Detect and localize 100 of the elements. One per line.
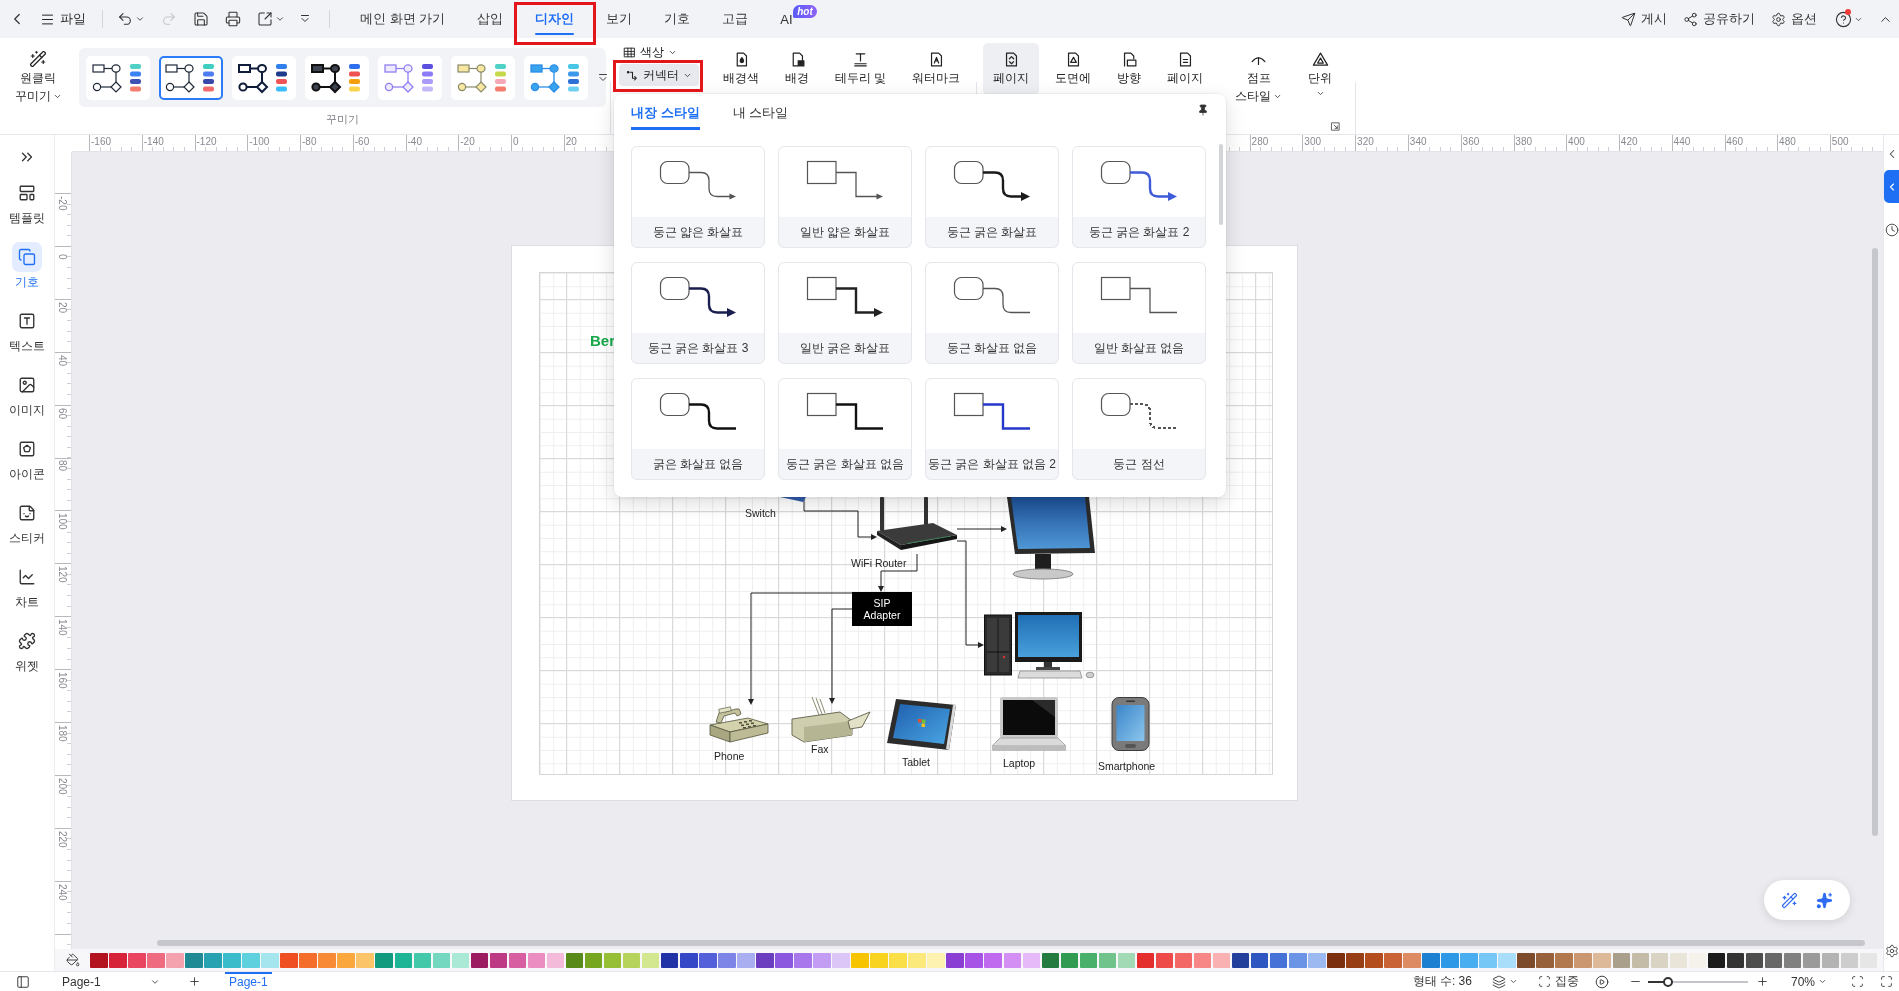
connector-style-card[interactable]: 굵은 화살표 없음 xyxy=(631,378,765,480)
color-swatch[interactable] xyxy=(965,952,983,968)
color-swatch[interactable] xyxy=(1859,952,1878,968)
color-swatch[interactable] xyxy=(90,952,108,968)
color-swatch[interactable] xyxy=(1726,952,1745,968)
sidebar-tab[interactable]: 템플릿 xyxy=(0,173,54,237)
sidebar-tab[interactable]: 텍스트 xyxy=(0,301,54,365)
color-swatch[interactable] xyxy=(1821,952,1840,968)
fullscreen-icon[interactable] xyxy=(1880,975,1893,988)
color-swatch[interactable] xyxy=(908,952,926,968)
magic-wand-icon[interactable] xyxy=(1781,891,1799,909)
color-swatch[interactable] xyxy=(1155,952,1174,968)
panel-scrollbar[interactable] xyxy=(1219,144,1223,225)
color-swatch[interactable] xyxy=(432,952,451,968)
color-swatch[interactable] xyxy=(413,952,432,968)
more-themes-icon[interactable] xyxy=(597,71,609,84)
color-swatch[interactable] xyxy=(1136,952,1155,968)
color-swatch[interactable] xyxy=(1745,952,1764,968)
color-swatch[interactable] xyxy=(1707,952,1726,968)
panel-toggle-icon[interactable] xyxy=(16,974,30,989)
color-swatch[interactable] xyxy=(1117,952,1136,968)
dropdown-menu-icon[interactable] xyxy=(299,13,311,25)
dialog-launcher-icon[interactable] xyxy=(1330,121,1342,132)
sidebar-tab[interactable]: 이미지 xyxy=(0,365,54,429)
color-swatch[interactable] xyxy=(1327,952,1345,968)
toolbar-button[interactable]: 공유하기 xyxy=(1683,10,1755,28)
color-swatch[interactable] xyxy=(1460,952,1478,968)
ribbon-button[interactable]: 워터마크 xyxy=(902,43,971,95)
connector-button[interactable]: 커넥터 xyxy=(619,64,699,86)
color-swatch[interactable] xyxy=(1593,952,1611,968)
sidebar-tab[interactable]: 기호 xyxy=(0,237,54,301)
sidebar-tab[interactable]: 위젯 xyxy=(0,621,54,685)
layers-icon[interactable] xyxy=(1491,974,1506,989)
color-swatch[interactable] xyxy=(1536,952,1554,968)
color-swatch[interactable] xyxy=(584,952,603,968)
sidebar-tab[interactable]: 스티커 xyxy=(0,493,54,557)
side-panel-tab[interactable] xyxy=(1883,170,1899,203)
color-swatch[interactable] xyxy=(546,952,565,968)
color-swatch[interactable] xyxy=(641,952,660,968)
color-swatch[interactable] xyxy=(1840,952,1859,968)
menu-tab[interactable]: 삽입 xyxy=(461,0,520,38)
color-swatch[interactable] xyxy=(1574,952,1592,968)
color-swatch[interactable] xyxy=(1212,952,1231,968)
color-swatch[interactable] xyxy=(1403,952,1421,968)
color-swatch[interactable] xyxy=(984,952,1002,968)
color-swatch[interactable] xyxy=(870,952,888,968)
color-swatch[interactable] xyxy=(261,952,279,968)
color-button[interactable]: 색상 xyxy=(619,44,681,60)
color-swatch[interactable] xyxy=(1631,952,1650,968)
connector-style-card[interactable]: 둥근 굵은 화살표 3 xyxy=(631,262,765,364)
toolbar-button[interactable]: 옵션 xyxy=(1771,10,1817,28)
sparkles-icon[interactable] xyxy=(1815,891,1833,909)
menu-tab[interactable]: 기호 xyxy=(648,0,707,38)
slider-thumb[interactable] xyxy=(1662,976,1673,987)
color-swatch[interactable] xyxy=(889,952,907,968)
color-swatch[interactable] xyxy=(147,952,165,968)
connector-style-card[interactable]: 둥근 굵은 화살표 xyxy=(925,146,1059,248)
color-swatch[interactable] xyxy=(1650,952,1669,968)
color-swatch[interactable] xyxy=(565,952,584,968)
paint-bucket-icon[interactable] xyxy=(66,953,80,967)
color-swatch[interactable] xyxy=(1441,952,1459,968)
ribbon-button[interactable]: 점프 스타일 xyxy=(1225,43,1293,106)
save-icon[interactable] xyxy=(193,11,209,27)
color-swatch[interactable] xyxy=(603,952,622,968)
page-tab[interactable]: Page-1 xyxy=(225,972,272,991)
color-swatch[interactable] xyxy=(1517,952,1535,968)
color-swatch[interactable] xyxy=(1669,952,1688,968)
export-icon[interactable] xyxy=(257,11,273,27)
one-click-beautify-button[interactable]: 원클릭 꾸미기 xyxy=(10,50,66,104)
color-swatch[interactable] xyxy=(718,952,736,968)
play-icon[interactable] xyxy=(1594,974,1609,989)
ribbon-button[interactable]: 페이지 xyxy=(983,43,1040,95)
toolbar-button[interactable]: 게시 xyxy=(1621,10,1667,28)
panel-tab[interactable]: 내장 스타일 xyxy=(631,98,700,130)
color-swatch[interactable] xyxy=(1612,952,1631,968)
add-page-icon[interactable] xyxy=(188,975,201,988)
settings-icon[interactable] xyxy=(1884,944,1899,958)
clock-icon[interactable] xyxy=(1884,223,1899,237)
color-swatch[interactable] xyxy=(394,952,413,968)
connector-style-card[interactable]: 둥근 굵은 화살표 2 xyxy=(1072,146,1206,248)
ribbon-button[interactable]: 페이지 xyxy=(1157,43,1214,95)
vertical-scrollbar[interactable] xyxy=(1872,248,1878,836)
color-swatch[interactable] xyxy=(1308,952,1326,968)
color-swatch[interactable] xyxy=(1060,952,1079,968)
focus-mode-button[interactable]: 집중 xyxy=(1537,973,1579,990)
color-swatch[interactable] xyxy=(185,952,203,968)
connector-style-card[interactable]: 일반 화살표 없음 xyxy=(1072,262,1206,364)
undo-icon[interactable] xyxy=(117,11,133,27)
color-swatch[interactable] xyxy=(1688,952,1707,968)
caret-icon[interactable] xyxy=(135,14,145,24)
connector-style-card[interactable]: 일반 얇은 화살표 xyxy=(778,146,912,248)
ribbon-button[interactable]: 배경색 xyxy=(713,43,769,95)
ribbon-button[interactable]: 테두리 및 xyxy=(825,43,897,95)
color-swatch[interactable] xyxy=(1041,952,1060,968)
color-swatch[interactable] xyxy=(375,952,393,968)
color-swatch[interactable] xyxy=(280,952,298,968)
color-swatch[interactable] xyxy=(1783,952,1802,968)
color-swatch[interactable] xyxy=(242,952,260,968)
caret-icon[interactable] xyxy=(275,14,285,24)
connector-style-card[interactable]: 일반 굵은 화살표 xyxy=(778,262,912,364)
